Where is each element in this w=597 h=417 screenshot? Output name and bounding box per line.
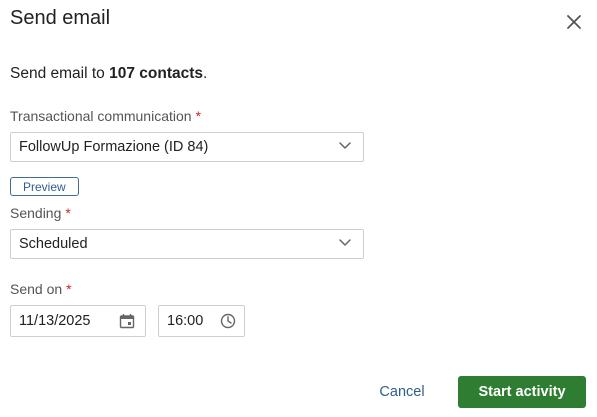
sending-label-text: Sending [10, 205, 62, 221]
start-activity-button[interactable]: Start activity [458, 376, 586, 408]
contact-count: 107 contacts [109, 65, 204, 82]
send-on-label: Send on * [10, 281, 72, 297]
intro-suffix: . [203, 65, 208, 82]
transactional-value: FollowUp Formazione (ID 84) [19, 139, 209, 155]
date-value: 11/13/2025 [19, 313, 91, 329]
sending-value: Scheduled [19, 236, 88, 252]
transactional-label: Transactional communication * [10, 108, 201, 124]
send-on-label-text: Send on [10, 281, 63, 297]
close-icon[interactable] [563, 11, 585, 33]
preview-button[interactable]: Preview [10, 177, 79, 196]
transactional-select[interactable]: FollowUp Formazione (ID 84) [10, 132, 364, 162]
transactional-label-text: Transactional communication [10, 108, 192, 124]
date-input[interactable]: 11/13/2025 [10, 305, 146, 337]
intro-prefix: Send email to [10, 65, 110, 82]
dialog-title: Send email [10, 7, 111, 29]
sending-label: Sending * [10, 205, 71, 221]
sending-select[interactable]: Scheduled [10, 229, 364, 259]
clock-icon[interactable] [220, 313, 236, 329]
intro-text: Send email to 107 contacts. [10, 65, 207, 83]
calendar-icon[interactable] [119, 313, 135, 329]
chevron-down-icon [339, 142, 351, 149]
required-marker: * [66, 281, 72, 297]
chevron-down-icon [339, 239, 351, 246]
required-marker: * [65, 205, 71, 221]
required-marker: * [195, 108, 202, 124]
time-input[interactable]: 16:00 [158, 305, 245, 337]
cancel-button[interactable]: Cancel [372, 376, 432, 408]
time-value: 16:00 [167, 313, 204, 329]
